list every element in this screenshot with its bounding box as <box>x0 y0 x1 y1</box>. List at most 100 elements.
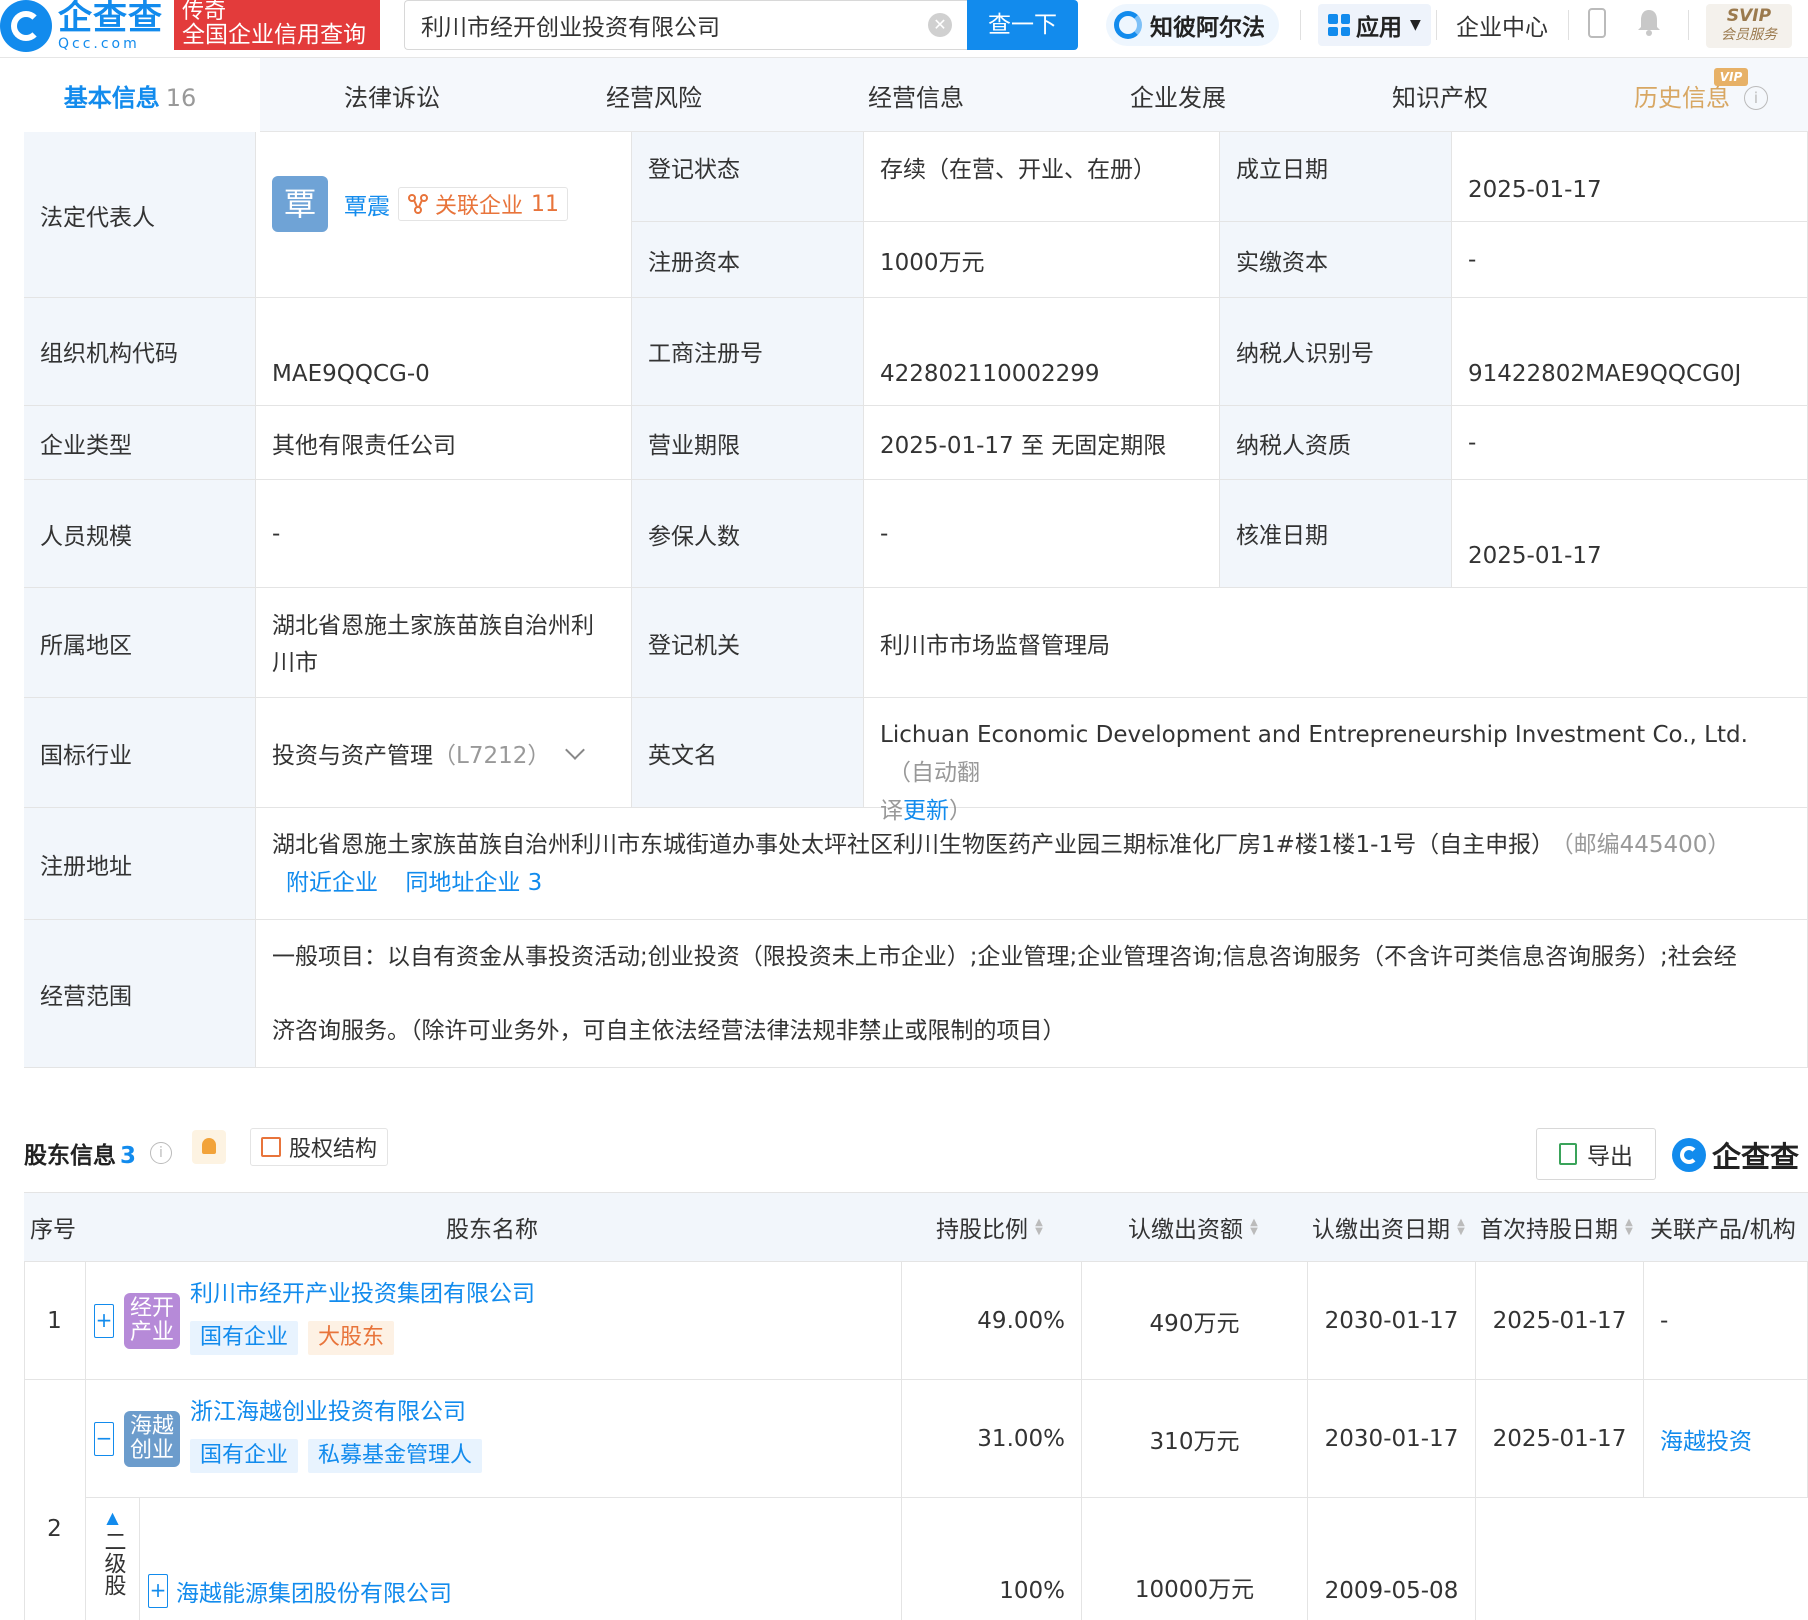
nearby-companies-link[interactable]: 附近企业 <box>286 870 378 896</box>
tag: 大股东 <box>308 1320 395 1355</box>
col-amount[interactable]: 认缴出资额 ▲ ▼ <box>1128 1192 1278 1262</box>
mobile-phone-icon[interactable] <box>1588 8 1606 38</box>
reg-authority-label: 登记机关 <box>632 588 864 698</box>
tag: 私募基金管理人 <box>308 1438 483 1473</box>
qcc-logo[interactable]: 企查查 Qcc.com <box>0 0 163 52</box>
equity-structure-button[interactable]: 股权结构 <box>250 1128 389 1166</box>
clear-icon[interactable]: ✕ <box>928 13 952 37</box>
apps-label: 应用 <box>1356 15 1402 41</box>
biz-reg-no-value: 422802110002299 <box>864 298 1220 406</box>
industry-name: 投资与资产管理 <box>272 742 433 769</box>
ratio: 49.00% <box>902 1262 1082 1380</box>
sort-icon: ▲ ▼ <box>1250 1217 1258 1237</box>
company-type-value: 其他有限责任公司 <box>256 406 632 480</box>
product-link[interactable]: 海越投资 <box>1644 1380 1808 1498</box>
company-logo[interactable]: 海越 创业 <box>124 1410 180 1467</box>
address-label: 注册地址 <box>24 808 256 920</box>
avatar[interactable]: 覃 <box>272 176 328 232</box>
tab-risk[interactable]: 经营风险 <box>524 58 784 132</box>
table-row: + 经开 产业 利川市经开产业投资集团有限公司 国有企业 大股东 <box>86 1262 902 1380</box>
main-tabs: 基本信息 16 法律诉讼 经营风险 经营信息 企业发展 知识产权 历史信息 <box>0 58 1808 132</box>
col-index: 序号 <box>30 1192 90 1262</box>
network-icon <box>408 194 428 214</box>
scope-label: 经营范围 <box>24 920 256 1068</box>
tab-operations[interactable]: 经营信息 <box>786 58 1046 132</box>
promo-line-2: 全国企业信用查询 <box>182 22 366 49</box>
paid-capital-label: 实缴资本 <box>1220 222 1452 298</box>
tab-ip[interactable]: 知识产权 <box>1310 58 1570 132</box>
org-code-value: MAE9QQCG-0 <box>256 298 632 406</box>
company-logo[interactable]: 经开 产业 <box>124 1292 180 1349</box>
equity-structure-icon <box>261 1137 281 1157</box>
legal-rep-cell: 覃 覃震 关联企业 11 <box>256 132 632 298</box>
promo-banner[interactable]: 传奇 全国企业信用查询 <box>174 0 380 50</box>
same-address-link[interactable]: 同地址企业 3 <box>405 870 542 896</box>
sort-icon: ▲ ▼ <box>1457 1217 1465 1237</box>
info-icon[interactable]: i <box>1744 86 1768 110</box>
region-value: 湖北省恩施土家族苗族自治州利 川市 <box>256 588 632 698</box>
reg-status-value: 存续（在营、开业、在册） <box>864 132 1220 222</box>
search-button[interactable]: 查一下 <box>967 0 1078 50</box>
svip-label: SVIP <box>1726 6 1772 26</box>
approve-date-label: 核准日期 <box>1220 480 1452 588</box>
zhibi-icon <box>1114 11 1142 39</box>
biz-term-label: 营业期限 <box>632 406 864 480</box>
postcode: （邮编445400） <box>1562 832 1731 858</box>
divider <box>1568 10 1569 40</box>
svip-member-button[interactable]: SVIP 会员服务 <box>1706 4 1792 48</box>
scope-value: 一般项目：以自有资金从事投资活动;创业投资（限投资未上市企业）;企业管理;企业管… <box>256 920 1808 1068</box>
chevron-down-icon[interactable] <box>565 739 586 760</box>
enterprise-center-link[interactable]: 企业中心 <box>1456 8 1548 42</box>
level-toggle[interactable]: ▲ 二级股 <box>86 1498 140 1620</box>
legal-rep-label: 法定代表人 <box>24 132 256 298</box>
region-label: 所属地区 <box>24 588 256 698</box>
tab-development[interactable]: 企业发展 <box>1048 58 1308 132</box>
taxpayer-id-value: 91422802MAE9QQCG0J <box>1452 298 1808 406</box>
industry-value[interactable]: 投资与资产管理 （L7212） <box>256 698 632 808</box>
est-date-label: 成立日期 <box>1220 132 1452 222</box>
tab-basic-info[interactable]: 基本信息 16 <box>0 58 260 132</box>
promo-line-1: 传奇 <box>182 0 227 24</box>
col-product: 关联产品/机构 <box>1650 1192 1808 1262</box>
sort-icon: ▲ ▼ <box>1625 1217 1633 1237</box>
apps-menu[interactable]: 应用 ▼ <box>1318 4 1431 46</box>
shareholder-name-link[interactable]: 浙江海越创业投资有限公司 <box>190 1395 492 1429</box>
tab-history[interactable]: 历史信息 <box>1552 58 1808 132</box>
scope-line-2: 济咨询服务。（除许可业务外，可自主依法经营法律法规非禁止或限制的项目） <box>272 1018 1066 1044</box>
tab-count: 16 <box>165 84 197 112</box>
industry-label: 国标行业 <box>24 698 256 808</box>
expand-icon[interactable]: + <box>94 1303 114 1338</box>
related-companies-button[interactable]: 关联企业 11 <box>398 187 569 221</box>
collapse-icon[interactable]: − <box>94 1421 114 1456</box>
col-ratio[interactable]: 持股比例 ▲ ▼ <box>936 1192 1086 1262</box>
caret-up-icon: ▲ <box>106 1508 119 1527</box>
shareholder-name-link[interactable]: 利川市经开产业投资集团有限公司 <box>190 1277 535 1311</box>
logo-en: Qcc.com <box>58 36 140 52</box>
expand-icon[interactable]: + <box>148 1574 168 1608</box>
bell-icon[interactable] <box>192 1130 226 1164</box>
company-type-label: 企业类型 <box>24 406 256 480</box>
region-line-1: 湖北省恩施土家族苗族自治州利 <box>272 613 594 639</box>
reg-capital-label: 注册资本 <box>632 222 864 298</box>
tab-legal[interactable]: 法律诉讼 <box>262 58 522 132</box>
english-name: Lichuan Economic Development and Entrepr… <box>880 722 1748 748</box>
reg-capital-value: 1000万元 <box>864 222 1220 298</box>
info-icon[interactable]: i <box>150 1142 172 1164</box>
first-date: 2025-01-17 <box>1476 1262 1644 1380</box>
divider <box>1436 10 1437 40</box>
export-button[interactable]: 导出 <box>1536 1128 1656 1180</box>
col-sub-date[interactable]: 认缴出资日期 ▲ ▼ <box>1312 1192 1482 1262</box>
col-first-date[interactable]: 首次持股日期 ▲ ▼ <box>1480 1192 1650 1262</box>
paid-capital-value: - <box>1452 222 1808 298</box>
bell-icon[interactable] <box>1636 8 1662 36</box>
zhibi-alpha-button[interactable]: 知彼阿尔法 <box>1106 4 1279 46</box>
insured-value: - <box>864 480 1220 588</box>
insured-label: 参保人数 <box>632 480 864 588</box>
shareholder-name-link[interactable]: 海越能源集团股份有限公司 <box>176 1574 452 1608</box>
sort-icon: ▲ ▼ <box>1035 1217 1043 1237</box>
tab-label: 基本信息 <box>63 84 160 112</box>
svip-sub-label: 会员服务 <box>1721 27 1777 43</box>
legal-rep-name-link[interactable]: 覃震 <box>344 187 390 221</box>
table-row: + 海越能源集团股份有限公司 <box>140 1498 902 1620</box>
search-input[interactable]: 利川市经开创业投资有限公司 <box>404 0 967 50</box>
